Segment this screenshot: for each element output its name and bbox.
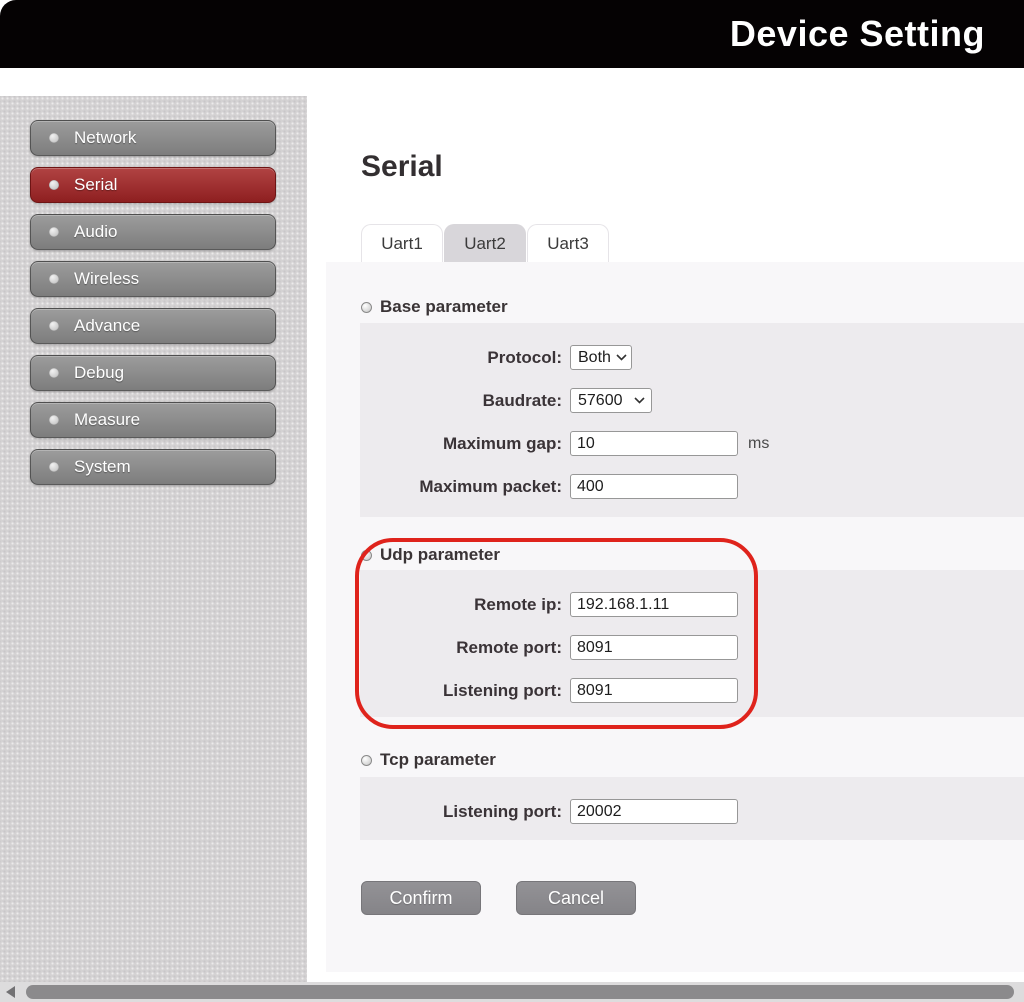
- baudrate-row: Baudrate: 57600: [360, 388, 1024, 413]
- tcp-parameter-panel: Listening port:: [360, 777, 1024, 840]
- maximum-packet-row: Maximum packet:: [360, 474, 1024, 499]
- baudrate-select-value: 57600: [578, 391, 623, 409]
- uart-tabs: Uart1 Uart2 Uart3: [361, 224, 610, 262]
- tcp-listening-port-input[interactable]: [570, 799, 738, 824]
- page-header-title: Device Setting: [729, 13, 985, 54]
- page-title: Serial: [361, 150, 443, 183]
- remote-port-input[interactable]: [570, 635, 738, 660]
- sidebar-item-label: System: [74, 457, 131, 476]
- sidebar-item-debug[interactable]: Debug: [30, 355, 276, 391]
- sidebar-item-label: Serial: [74, 175, 118, 194]
- section-bullet-icon: [361, 301, 372, 313]
- section-bullet-icon: [361, 754, 372, 766]
- sidebar-item-label: Wireless: [74, 269, 140, 288]
- remote-ip-row: Remote ip:: [360, 592, 1024, 617]
- udp-listening-port-input[interactable]: [570, 678, 738, 703]
- bullet-icon: [49, 227, 59, 237]
- confirm-button[interactable]: Confirm: [361, 881, 481, 915]
- sidebar-item-advance[interactable]: Advance: [30, 308, 276, 344]
- sidebar-item-audio[interactable]: Audio: [30, 214, 276, 250]
- section-title: Tcp parameter: [380, 750, 496, 769]
- tab-uart1[interactable]: Uart1: [361, 224, 443, 262]
- bullet-icon: [49, 462, 59, 472]
- sidebar-item-label: Network: [74, 128, 137, 147]
- sidebar-item-label: Measure: [74, 410, 141, 429]
- chevron-down-icon: [634, 397, 645, 404]
- maximum-packet-input[interactable]: [570, 474, 738, 499]
- maximum-gap-label: Maximum gap:: [442, 433, 562, 453]
- remote-ip-label: Remote ip:: [474, 594, 562, 614]
- section-title: Udp parameter: [380, 545, 500, 564]
- section-bullet-icon: [361, 549, 372, 561]
- app-header: Device Setting: [0, 0, 1024, 68]
- bullet-icon: [49, 180, 59, 190]
- sidebar-item-label: Advance: [74, 316, 141, 335]
- base-parameter-panel: Protocol: Both Baudrate: 57600 Maximum g…: [360, 323, 1024, 517]
- protocol-select-value: Both: [578, 348, 611, 366]
- sidebar-item-serial[interactable]: Serial: [30, 167, 276, 203]
- sidebar-item-wireless[interactable]: Wireless: [30, 261, 276, 297]
- protocol-select[interactable]: Both: [570, 345, 632, 370]
- baudrate-select[interactable]: 57600: [570, 388, 652, 413]
- base-parameter-header: Base parameter: [361, 297, 508, 317]
- tcp-parameter-header: Tcp parameter: [361, 750, 496, 770]
- udp-parameter-header: Udp parameter: [361, 545, 500, 565]
- horizontal-scrollbar[interactable]: [0, 982, 1024, 1002]
- maximum-gap-input[interactable]: [570, 431, 738, 456]
- remote-port-label: Remote port:: [456, 637, 562, 657]
- sidebar-nav: Network Serial Audio Wireless Advance De…: [0, 96, 307, 982]
- maximum-gap-row: Maximum gap: ms: [360, 431, 1024, 456]
- tab-uart3[interactable]: Uart3: [527, 224, 609, 262]
- remote-port-row: Remote port:: [360, 635, 1024, 660]
- udp-listening-port-label: Listening port:: [443, 680, 562, 700]
- chevron-down-icon: [616, 354, 627, 361]
- sidebar-item-label: Audio: [74, 222, 118, 241]
- section-title: Base parameter: [380, 297, 508, 316]
- sidebar-item-measure[interactable]: Measure: [30, 402, 276, 438]
- bullet-icon: [49, 415, 59, 425]
- sidebar-item-system[interactable]: System: [30, 449, 276, 485]
- scroll-left-arrow-icon[interactable]: [6, 986, 15, 998]
- maximum-packet-label: Maximum packet:: [419, 476, 562, 496]
- udp-listening-port-row: Listening port:: [360, 678, 1024, 703]
- protocol-row: Protocol: Both: [360, 345, 1024, 370]
- protocol-label: Protocol:: [487, 347, 562, 367]
- bullet-icon: [49, 133, 59, 143]
- bullet-icon: [49, 321, 59, 331]
- tcp-listening-port-row: Listening port:: [360, 799, 1024, 824]
- cancel-button[interactable]: Cancel: [516, 881, 636, 915]
- ms-unit-label: ms: [748, 434, 770, 452]
- scrollbar-thumb[interactable]: [26, 985, 1014, 999]
- remote-ip-input[interactable]: [570, 592, 738, 617]
- bullet-icon: [49, 368, 59, 378]
- sidebar-item-network[interactable]: Network: [30, 120, 276, 156]
- udp-parameter-panel: Remote ip: Remote port: Listening port:: [360, 570, 1024, 717]
- tab-uart2[interactable]: Uart2: [444, 224, 526, 262]
- tcp-listening-port-label: Listening port:: [443, 801, 562, 821]
- baudrate-label: Baudrate:: [482, 390, 562, 410]
- sidebar-item-label: Debug: [74, 363, 125, 382]
- bullet-icon: [49, 274, 59, 284]
